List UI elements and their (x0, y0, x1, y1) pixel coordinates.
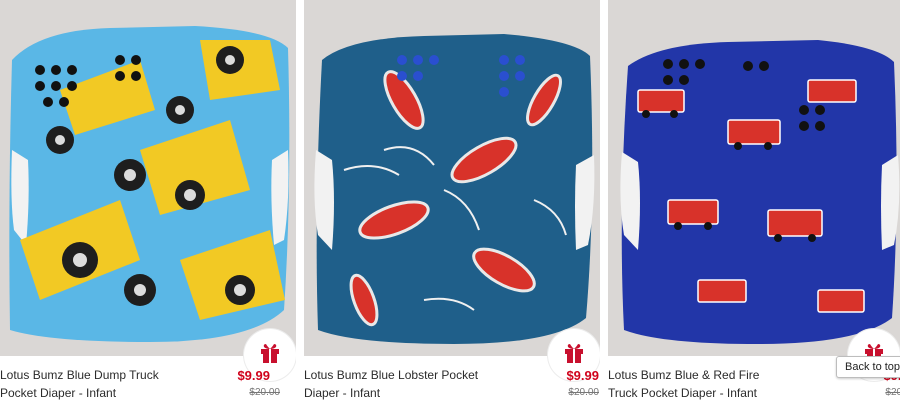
sale-price: $9.99 (566, 368, 599, 383)
product-name-line2: Truck Pocket Diaper - Infant (608, 386, 757, 400)
back-to-top-button[interactable]: Back to top (836, 356, 900, 378)
product-name-line1: Lotus Bumz Blue Dump Truck (0, 368, 159, 382)
gift-icon (261, 344, 279, 363)
original-price: $20.00 (568, 387, 599, 398)
product-name-line1: Lotus Bumz Blue & Red Fire (608, 368, 760, 382)
product-grid: Lotus Bumz Blue Dump Truck Pocket Diaper… (0, 0, 900, 406)
product-image[interactable] (608, 0, 900, 356)
product-card[interactable]: Lotus Bumz Blue Lobster Pocket Diaper - … (304, 0, 600, 406)
product-name-line1: Lotus Bumz Blue Lobster Pocket (304, 368, 479, 382)
product-name[interactable]: Lotus Bumz Blue Dump Truck Pocket Diaper… (0, 366, 200, 402)
product-name[interactable]: Lotus Bumz Blue Lobster Pocket Diaper - … (304, 366, 504, 402)
product-image[interactable] (0, 0, 296, 356)
product-name-line2: Diaper - Infant (304, 386, 381, 400)
product-name-line2: Pocket Diaper - Infant (0, 386, 117, 400)
product-name[interactable]: Lotus Bumz Blue & Red Fire Truck Pocket … (608, 366, 808, 402)
product-card[interactable]: Lotus Bumz Blue Dump Truck Pocket Diaper… (0, 0, 296, 406)
sale-price: $9.99 (237, 368, 270, 383)
gift-icon (565, 344, 583, 363)
product-card[interactable]: Lotus Bumz Blue & Red Fire Truck Pocket … (608, 0, 900, 406)
original-price: $20.00 (885, 387, 900, 398)
original-price: $20.00 (249, 387, 280, 398)
product-image[interactable] (304, 0, 600, 356)
